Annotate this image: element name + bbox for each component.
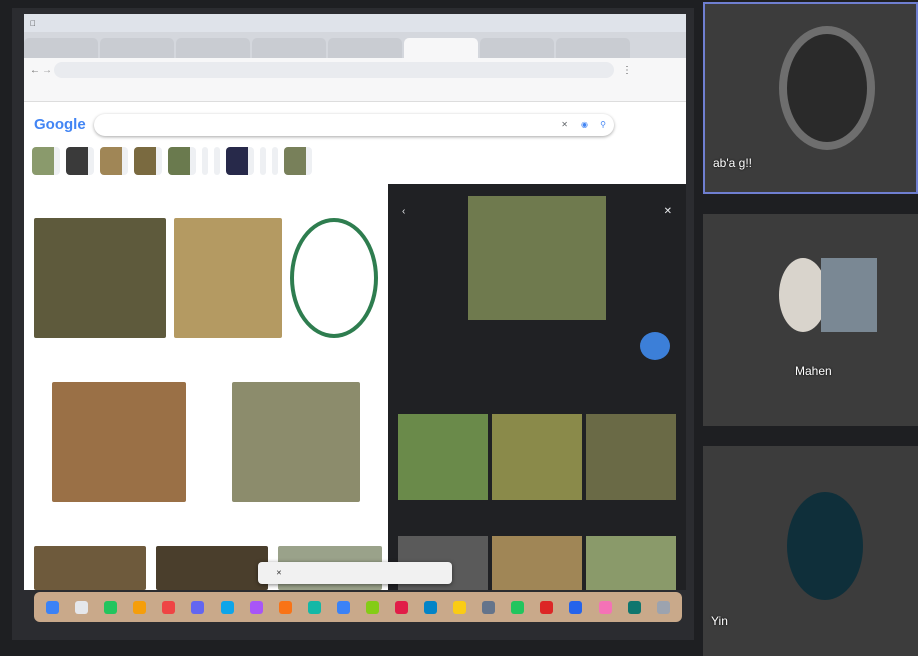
dock-app-icon[interactable] [569,600,583,614]
dock-app-icon[interactable] [133,600,147,614]
dock-app-icon[interactable] [104,600,118,614]
image-result[interactable] [290,218,378,338]
close-icon[interactable]: ✕ [561,114,568,136]
dock-app-icon[interactable] [46,600,60,614]
search-input[interactable]: ✕ ◉ ⚲ [94,114,614,136]
avatar [779,258,827,332]
close-icon[interactable]: ✕ [664,206,672,217]
image-result[interactable] [34,218,166,338]
avatar [821,258,877,332]
dock-app-icon[interactable] [365,600,379,614]
browser-tab[interactable] [252,38,326,58]
google-logo[interactable]: Google [34,116,86,133]
back-icon[interactable]: ‹ [402,206,405,217]
related-image[interactable] [586,536,676,590]
mac-menu-bar:  [24,14,686,32]
forward-icon[interactable]: → [42,65,52,76]
camera-icon[interactable]: ◉ [581,114,588,136]
dock-app-icon[interactable] [162,600,176,614]
url-field[interactable] [54,62,614,78]
participant-name: ab'a g!! [713,156,752,170]
dock-app-icon[interactable] [307,600,321,614]
chip[interactable] [284,147,312,175]
dock-app-icon[interactable] [75,600,89,614]
chip[interactable] [272,147,278,175]
browser-tab-active[interactable] [404,38,478,58]
browser-tab[interactable] [480,38,554,58]
dock-app-icon[interactable] [249,600,263,614]
participant-name: Yin [711,614,728,628]
visit-icon[interactable] [640,332,670,360]
browser-tab[interactable] [328,38,402,58]
notification-popup: ✕ [258,562,452,584]
related-image[interactable] [492,536,582,590]
dock-app-icon[interactable] [598,600,612,614]
chip[interactable] [100,147,128,175]
participant-name: Mahen [795,364,832,378]
browser-tab[interactable] [556,38,630,58]
dock-app-icon[interactable] [424,600,438,614]
dock-app-icon[interactable] [336,600,350,614]
related-chips [32,144,682,178]
dock-app-icon[interactable] [511,600,525,614]
chip[interactable] [202,147,208,175]
menu-icon[interactable]: ⋮ [622,65,632,76]
image-result[interactable] [232,382,360,502]
image-result[interactable] [52,382,186,502]
browser-tab[interactable] [176,38,250,58]
browser-tab-strip [24,32,686,58]
related-image[interactable] [398,414,488,500]
chip[interactable] [260,147,266,175]
chip[interactable] [168,147,196,175]
dock-app-icon[interactable] [278,600,292,614]
participant-tile[interactable]: Yin [703,446,918,656]
related-image[interactable] [492,414,582,500]
preview-image[interactable] [468,196,606,320]
chip[interactable] [134,147,162,175]
image-result[interactable] [34,546,146,590]
apple-icon[interactable]:  [30,19,36,28]
dock-app-icon[interactable] [540,600,554,614]
image-result[interactable] [174,218,282,338]
participant-tile[interactable]: Mahen [703,214,918,426]
dock-app-icon[interactable] [482,600,496,614]
dock-app-icon[interactable] [453,600,467,614]
mac-dock [34,592,682,622]
chip[interactable] [66,147,94,175]
chip[interactable] [226,147,254,175]
image-result[interactable] [156,546,268,590]
avatar [787,492,863,600]
participant-tile-active[interactable]: ab'a g!! [703,2,918,194]
address-row: ← → ⋮ [24,58,686,82]
browser-tab[interactable] [24,38,98,58]
image-preview-panel: ‹ ✕ [388,184,686,590]
close-icon[interactable]: ✕ [276,569,282,577]
avatar [779,26,875,150]
bookmarks-bar [24,82,686,102]
dock-app-icon[interactable] [656,600,670,614]
dock-app-icon[interactable] [627,600,641,614]
dock-app-icon[interactable] [191,600,205,614]
dock-app-icon[interactable] [394,600,408,614]
search-icon[interactable]: ⚲ [600,114,606,136]
chip[interactable] [32,147,60,175]
browser-tab[interactable] [100,38,174,58]
related-image[interactable] [586,414,676,500]
dock-app-icon[interactable] [220,600,234,614]
chip[interactable] [214,147,220,175]
back-icon[interactable]: ← [30,65,40,76]
